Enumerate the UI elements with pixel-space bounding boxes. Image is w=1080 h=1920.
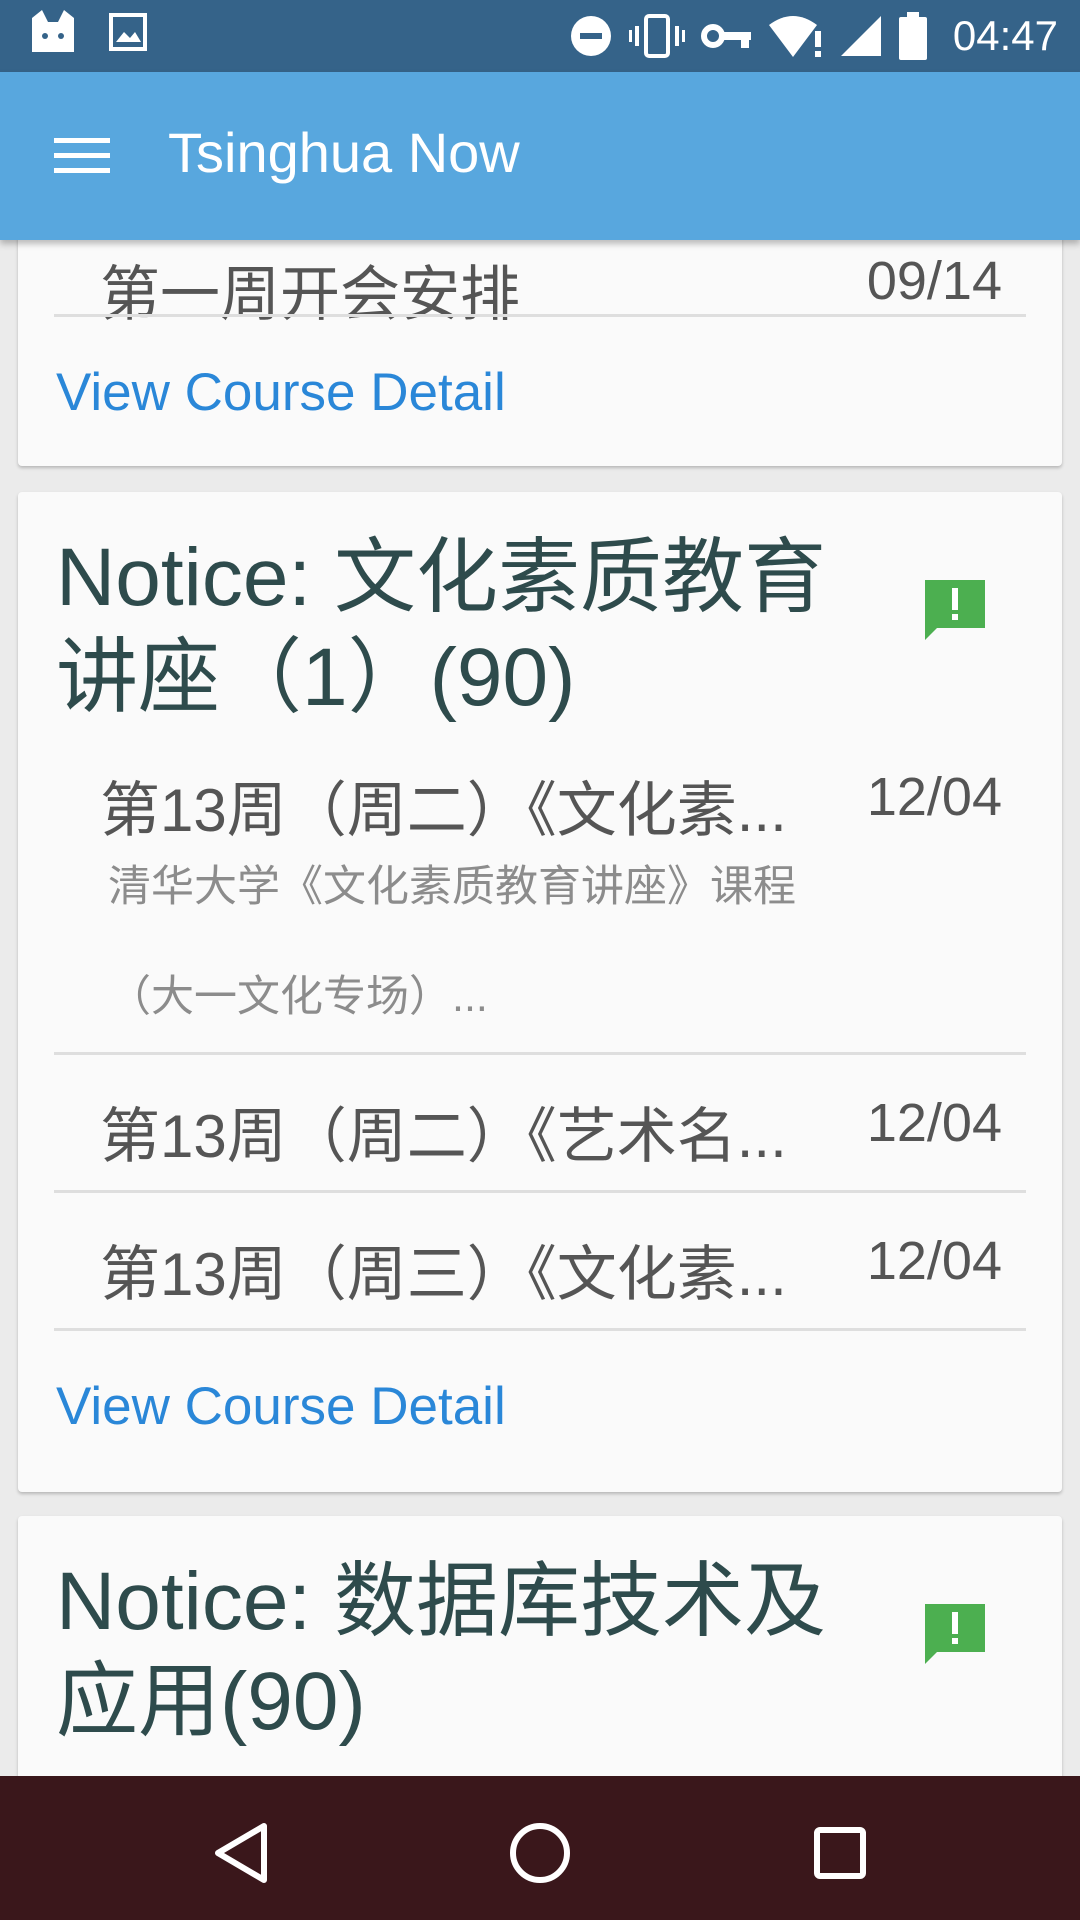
wifi-alert-icon (768, 13, 823, 59)
vibrate-icon (628, 14, 685, 58)
notice-row-date: 12/04 (866, 767, 1002, 827)
card-title-line: Notice: 数据库技术及 (56, 1556, 826, 1647)
vpn-key-icon (700, 16, 753, 56)
card-title: Notice: 数据库技术及 应用(90) (56, 1552, 876, 1752)
card-title-line: Notice: 文化素质教育 (56, 532, 826, 623)
notice-row[interactable]: 第一周开会安排 09/14 (54, 240, 1026, 328)
divider (54, 1190, 1026, 1193)
notice-row[interactable]: 第13周（周二）《文化素... 12/04 清华大学《文化素质教育讲座》课程 （… (54, 762, 1026, 1052)
cell-signal-icon (839, 14, 883, 58)
notice-row[interactable]: 第13周（周三）《文化素... 12/04 (54, 1226, 1026, 1316)
course-card: 第一周开会安排 09/14 View Course Detail (18, 240, 1062, 466)
notice-row-date: 12/04 (866, 1093, 1002, 1153)
card-title: Notice: 文化素质教育 讲座（1）(90) (56, 528, 876, 728)
card-title-line: 应用(90) (56, 1656, 366, 1747)
feedback-alert-icon (923, 578, 987, 642)
system-navigation-bar (0, 1776, 1080, 1920)
divider (54, 1052, 1026, 1055)
image-icon (108, 12, 148, 52)
notice-row-title: 第13周（周二）《文化素... (100, 777, 787, 844)
course-card: Notice: 文化素质教育 讲座（1）(90) 第13周（周二）《文化素...… (18, 492, 1062, 1492)
notice-row-summary: 清华大学《文化素质教育讲座》课程 (108, 863, 796, 911)
notice-row-summary: （大一文化专场）... (108, 973, 488, 1021)
recents-icon[interactable] (805, 1818, 875, 1888)
course-card: Notice: 数据库技术及 应用(90) (18, 1516, 1062, 1776)
notice-row-title: 第13周（周二）《艺术名... (100, 1103, 787, 1170)
card-title-line: 讲座（1）(90) (56, 632, 576, 723)
app-title: Tsinghua Now (168, 121, 520, 184)
app-bar: Tsinghua Now (0, 72, 1080, 240)
notice-row-title: 第一周开会安排 (100, 261, 520, 328)
divider (54, 1328, 1026, 1331)
notice-row-date: 12/04 (866, 1231, 1002, 1291)
view-course-detail-link[interactable]: View Course Detail (56, 362, 506, 423)
notice-row[interactable]: 第13周（周二）《艺术名... 12/04 (54, 1088, 1026, 1178)
divider (54, 314, 1026, 317)
status-bar: 04:47 (0, 0, 1080, 72)
do-not-disturb-icon (569, 14, 613, 58)
home-icon[interactable] (505, 1818, 575, 1888)
view-course-detail-link[interactable]: View Course Detail (56, 1376, 506, 1437)
battery-icon (898, 12, 927, 60)
notice-row-title: 第13周（周三）《文化素... (100, 1241, 787, 1308)
notice-list[interactable]: 第一周开会安排 09/14 View Course Detail Notice:… (0, 240, 1080, 1776)
back-icon[interactable] (206, 1818, 276, 1888)
feedback-alert-icon (923, 1602, 987, 1666)
cat-app-icon (28, 10, 78, 54)
clock: 04:47 (952, 12, 1058, 59)
notice-row-date: 09/14 (866, 251, 1002, 311)
hamburger-menu-icon[interactable] (52, 132, 112, 180)
